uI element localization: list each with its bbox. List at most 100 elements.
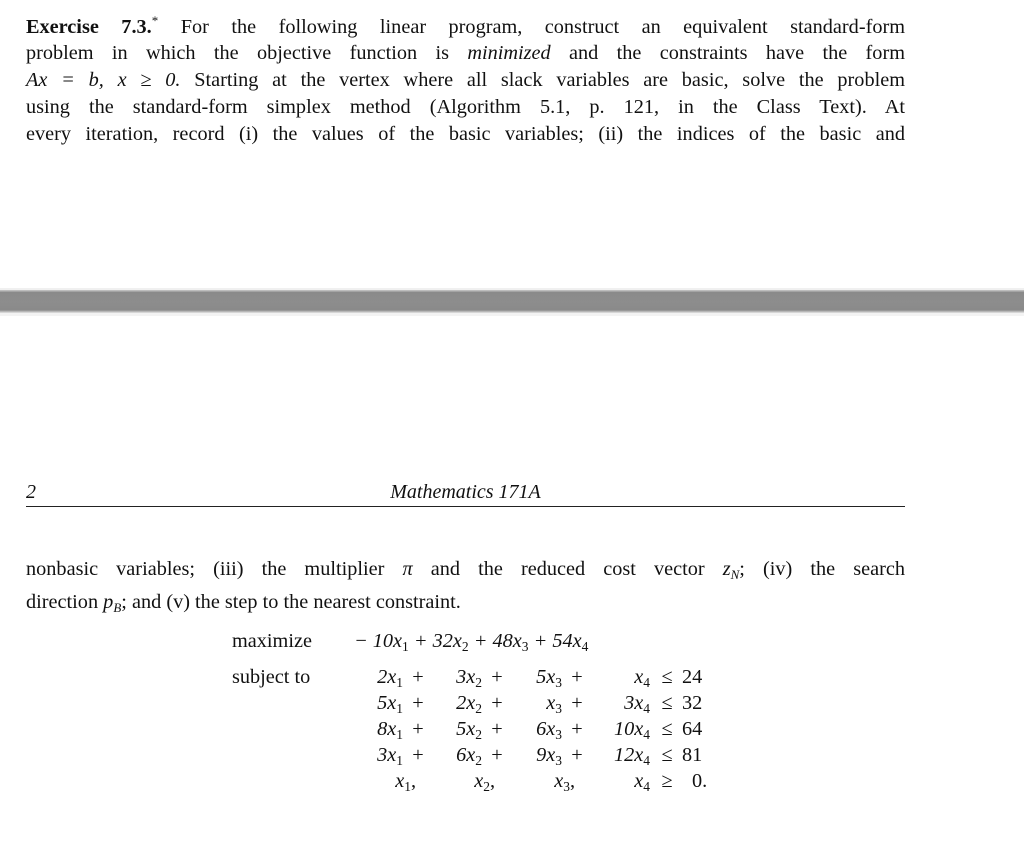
paragraph-line: nonbasic variables; (iii) the multiplier…	[26, 556, 905, 589]
line-text: problem in which the objective function …	[26, 42, 450, 65]
math-pi: π	[402, 558, 413, 580]
term-text: − 10x	[354, 630, 403, 652]
term-text: 3x	[456, 666, 476, 688]
paragraph-line: direction pB; and (v) the step to the ne…	[26, 589, 905, 622]
constraint-rhs: 64	[682, 718, 703, 740]
term-sub: 1	[404, 779, 411, 794]
constraint-term: 10x4	[614, 718, 650, 743]
constraint-term: x4	[634, 666, 650, 691]
constraint-term: 2x1	[377, 666, 403, 691]
term-sub: 2	[475, 675, 482, 690]
term-sub: 2	[461, 639, 469, 654]
term-text: 6x	[536, 718, 556, 740]
constraint-term: 2x2	[456, 692, 482, 717]
constraint-term: 12x4	[614, 744, 650, 769]
term-text: x	[546, 692, 556, 714]
objective-term: + 48x3	[473, 630, 529, 654]
paragraph-line: Ax = b, x ≥ 0. Starting at the vertex wh…	[26, 67, 905, 94]
course-title: Mathematics 171A	[390, 481, 541, 503]
constraint-term: x3	[546, 692, 562, 717]
paragraph-line: Exercise 7.3.* For the following linear …	[26, 8, 905, 40]
plus-sign: +	[571, 718, 583, 740]
term-text: x	[395, 770, 405, 792]
term-sub: 4	[643, 779, 650, 794]
term-sub: 3	[555, 753, 562, 768]
term-text: 6x	[456, 744, 476, 766]
term-text: 10x	[613, 718, 644, 740]
term-text: 5x	[536, 666, 556, 688]
term-sub: 3	[521, 639, 529, 654]
constraint-term: 3x1	[377, 744, 403, 769]
plus-sign: +	[571, 666, 583, 688]
relation-geq: ≥	[661, 770, 673, 792]
term-sub: 4	[643, 727, 650, 742]
constraint-term: 3x2	[456, 666, 482, 691]
constraint-term: x1,	[395, 770, 416, 795]
math-base: p	[103, 590, 114, 613]
constraint-term: 6x3	[536, 718, 562, 743]
term-text: + 54x	[533, 630, 582, 652]
term-text: 5x	[456, 718, 476, 740]
term-text: x	[554, 770, 564, 792]
line-text: ; and (v) the step to the nearest constr…	[121, 590, 461, 613]
constraint-term: x4	[634, 770, 650, 795]
term-sub: 4	[643, 753, 650, 768]
constraint-term: 8x1	[377, 718, 403, 743]
term-text: x	[634, 770, 644, 792]
term-sub: 2	[475, 701, 482, 716]
term-sub: 2	[483, 779, 490, 794]
constraint-term: 5x2	[456, 718, 482, 743]
exercise-star: *	[151, 13, 159, 28]
plus-sign: +	[412, 666, 424, 688]
plus-sign: +	[571, 692, 583, 714]
constraints-label: subject to	[232, 666, 311, 688]
term-text: x	[634, 666, 644, 688]
plus-sign: +	[412, 692, 424, 714]
objective-label: maximize	[232, 630, 312, 652]
math-subscript: N	[730, 567, 740, 582]
math-base: z	[722, 558, 731, 580]
constraint-rhs: 24	[682, 666, 703, 688]
math-zN: zN	[722, 558, 740, 582]
term-text: 3x	[377, 744, 397, 766]
term-separator: ,	[570, 770, 576, 792]
relation-leq: ≤	[661, 718, 673, 740]
term-sub: 3	[555, 675, 562, 690]
term-sub: 1	[402, 639, 409, 654]
plus-sign: +	[412, 744, 424, 766]
exercise-label: Exercise 7.3.	[26, 15, 152, 38]
constraint-term: 5x3	[536, 666, 562, 691]
exercise-paragraph: Exercise 7.3.* For the following linear …	[26, 8, 905, 147]
constraint-term: 3x4	[624, 692, 650, 717]
line-text: nonbasic variables; (iii) the multiplier	[26, 558, 385, 580]
term-text: + 48x	[473, 630, 522, 652]
relation-leq: ≤	[661, 744, 673, 766]
math-constraint-form: Ax = b, x ≥ 0.	[26, 69, 181, 92]
plus-sign: +	[412, 718, 424, 740]
relation-leq: ≤	[661, 692, 673, 714]
math-pB: pB	[103, 590, 121, 615]
constraint-term: x2,	[474, 770, 495, 795]
continuation-paragraph: nonbasic variables; (iii) the multiplier…	[26, 556, 905, 621]
line-text: For the following linear program, constr…	[180, 15, 905, 38]
term-text: 9x	[536, 744, 556, 766]
term-text: 5x	[377, 692, 397, 714]
line-text: Starting at the vertex where all slack v…	[194, 69, 905, 92]
term-text: 12x	[613, 744, 644, 766]
objective-term: − 10x1	[354, 630, 409, 654]
line-text: direction	[26, 590, 99, 613]
page-separator	[0, 290, 1024, 313]
term-text: 2x	[456, 692, 476, 714]
constraint-rhs: 32	[682, 692, 703, 714]
paragraph-line: using the standard-form simplex method (…	[26, 94, 905, 121]
objective-term: + 54x4	[533, 630, 589, 654]
term-sub: 1	[396, 701, 403, 716]
constraint-rhs: 81	[682, 744, 703, 766]
emphasis-minimized: minimized	[467, 42, 551, 65]
plus-sign: +	[491, 692, 503, 714]
relation-leq: ≤	[661, 666, 673, 688]
plus-sign: +	[571, 744, 583, 766]
plus-sign: +	[491, 718, 503, 740]
term-separator: ,	[490, 770, 496, 792]
objective-function: − 10x1 + 32x2 + 48x3 + 54x4	[354, 630, 588, 655]
